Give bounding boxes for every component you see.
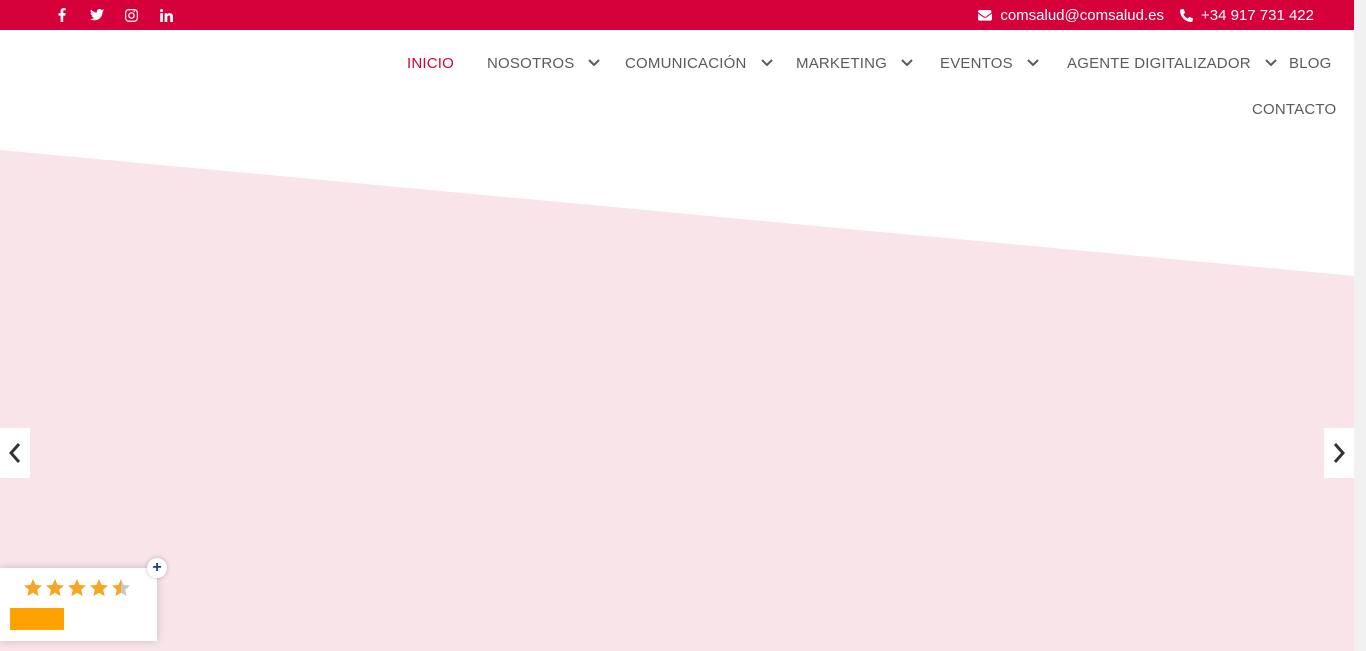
nav-item-label: EVENTOS	[940, 54, 1013, 72]
nav-item-comunicacion[interactable]: COMUNICACIÓN	[625, 51, 773, 75]
nav-item-agente-digitalizador[interactable]: AGENTE DIGITALIZADOR	[1067, 51, 1277, 75]
chevron-left-icon	[8, 443, 21, 463]
instagram-link[interactable]	[114, 0, 149, 30]
star-icon	[68, 579, 86, 597]
linkedin-link[interactable]	[149, 0, 184, 30]
nav-item-label: NOSOTROS	[487, 54, 575, 72]
social-links	[44, 0, 184, 30]
chevron-down-icon	[760, 59, 773, 67]
hero-background	[0, 150, 1354, 651]
twitter-link[interactable]	[79, 0, 114, 30]
star-icon	[24, 579, 42, 597]
chevron-down-icon	[1265, 59, 1277, 67]
rating-widget[interactable]	[0, 568, 157, 641]
expand-rating-button[interactable]: +	[147, 558, 167, 578]
page-scrollbar[interactable]	[1354, 0, 1366, 651]
rating-badge[interactable]	[10, 608, 64, 630]
star-half-icon	[112, 579, 130, 597]
hero-slider	[0, 150, 1354, 651]
nav-item-label: INICIO	[407, 54, 455, 72]
star-icon	[46, 579, 64, 597]
nav-item-label: COMUNICACIÓN	[625, 54, 747, 72]
chevron-right-icon	[1333, 443, 1346, 463]
email-link[interactable]: comsalud@comsalud.es	[978, 7, 1164, 24]
nav-item-label: BLOG	[1289, 54, 1332, 72]
plus-icon: +	[152, 559, 162, 576]
nav-item-eventos[interactable]: EVENTOS	[940, 51, 1039, 75]
envelope-icon	[978, 9, 993, 21]
nav-item-contacto[interactable]: CONTACTO	[1252, 97, 1336, 121]
facebook-icon	[58, 8, 66, 22]
nav-item-label: CONTACTO	[1252, 100, 1337, 118]
twitter-icon	[89, 9, 104, 21]
star-icon	[90, 579, 108, 597]
chevron-down-icon	[1027, 59, 1039, 67]
star-rating	[23, 578, 131, 598]
phone-link[interactable]: +34 917 731 422	[1179, 6, 1314, 24]
nav-item-label: MARKETING	[796, 54, 887, 72]
contact-info: comsalud@comsalud.es +34 917 731 422	[978, 0, 1314, 30]
email-text: comsalud@comsalud.es	[1000, 6, 1164, 24]
nav-item-inicio[interactable]: INICIO	[407, 51, 454, 75]
slider-next-button[interactable]	[1324, 428, 1354, 478]
linkedin-icon	[160, 8, 173, 22]
nav-item-marketing[interactable]: MARKETING	[796, 51, 913, 75]
nav-item-nosotros[interactable]: NOSOTROS	[487, 51, 601, 75]
chevron-down-icon	[901, 59, 913, 67]
slider-prev-button[interactable]	[0, 428, 30, 478]
nav-item-blog[interactable]: BLOG	[1289, 51, 1331, 75]
chevron-down-icon	[588, 59, 601, 67]
phone-text: +34 917 731 422	[1200, 6, 1314, 24]
nav-item-label: AGENTE DIGITALIZADOR	[1067, 54, 1251, 72]
instagram-icon	[125, 8, 138, 22]
facebook-link[interactable]	[44, 0, 79, 30]
top-bar: comsalud@comsalud.es +34 917 731 422	[0, 0, 1354, 30]
phone-icon	[1179, 8, 1193, 22]
main-nav: INICIO NOSOTROS COMUNICACIÓN MARKETING E…	[0, 30, 1354, 150]
